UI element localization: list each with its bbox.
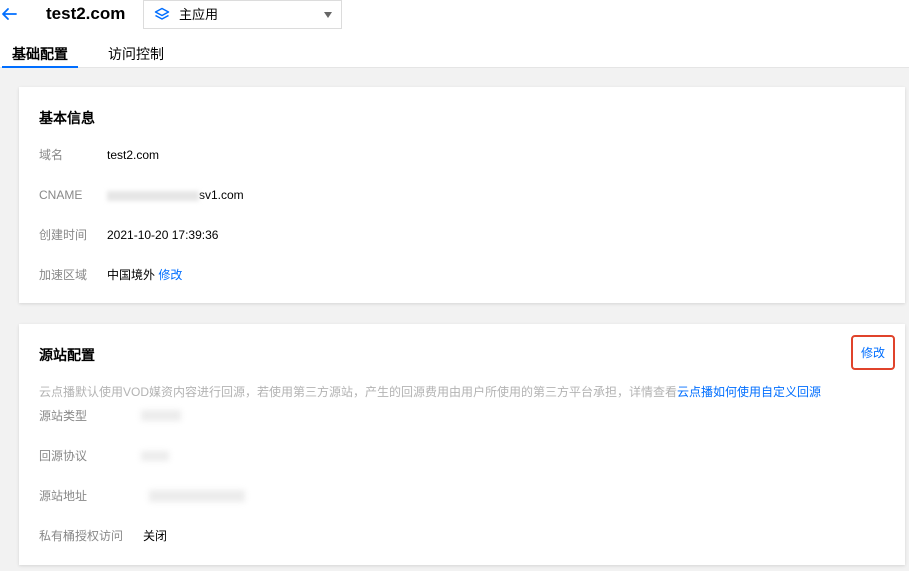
domain-value: test2.com: [107, 148, 160, 162]
tab-access-control[interactable]: 访问控制: [108, 45, 164, 63]
basic-info-card: 基本信息 域名 test2.com CNAME sv1.com 创建时间 202…: [19, 87, 905, 303]
app-select-value: 主应用: [179, 7, 219, 22]
domain-label: 域名: [39, 148, 64, 162]
accel-region-text: 中国境外: [107, 268, 156, 282]
edit-accel-region-link[interactable]: 修改: [158, 268, 182, 282]
origin-address-redacted: [149, 490, 245, 502]
basic-info-title: 基本信息: [39, 110, 95, 126]
origin-type-label: 源站类型: [39, 409, 88, 423]
accel-region-value: 中国境外 修改: [107, 267, 182, 283]
app-select[interactable]: 主应用: [143, 0, 342, 29]
origin-address-label: 源站地址: [39, 489, 88, 503]
active-tab-indicator: [2, 66, 78, 68]
cname-redacted: [107, 190, 199, 201]
custom-origin-help-link[interactable]: 云点播如何使用自定义回源: [677, 385, 821, 399]
origin-protocol-redacted: [141, 451, 169, 461]
edit-origin-label: 修改: [861, 346, 886, 360]
created-time-value: 2021-10-20 17:39:36: [107, 228, 219, 242]
origin-protocol-label: 回源协议: [39, 449, 88, 463]
caret-down-icon: [324, 12, 332, 18]
origin-notice-text: 云点播默认使用VOD媒资内容进行回源，若使用第三方源站，产生的回源费用由用户所使…: [39, 385, 678, 399]
accel-region-label: 加速区域: [39, 268, 88, 282]
private-bucket-value: 关闭: [143, 529, 168, 543]
private-bucket-label: 私有桶授权访问: [39, 529, 124, 543]
edit-origin-button[interactable]: 修改: [851, 335, 895, 370]
back-arrow-icon[interactable]: [0, 4, 20, 24]
cname-label: CNAME: [39, 188, 83, 202]
layers-icon: [154, 7, 170, 20]
origin-notice: 云点播默认使用VOD媒资内容进行回源，若使用第三方源站，产生的回源费用由用户所使…: [39, 384, 821, 400]
origin-type-redacted: [141, 410, 181, 421]
cname-text: sv1.com: [199, 188, 244, 202]
page-title: test2.com: [46, 4, 126, 23]
created-time-label: 创建时间: [39, 228, 88, 242]
cname-value: sv1.com: [107, 187, 244, 203]
origin-config-card: 源站配置 修改 云点播默认使用VOD媒资内容进行回源，若使用第三方源站，产生的回…: [19, 324, 905, 565]
top-bar: test2.com 主应用 基础配置 访问控制: [0, 0, 909, 68]
tab-basic-config[interactable]: 基础配置: [12, 45, 68, 63]
origin-config-title: 源站配置: [39, 347, 95, 363]
